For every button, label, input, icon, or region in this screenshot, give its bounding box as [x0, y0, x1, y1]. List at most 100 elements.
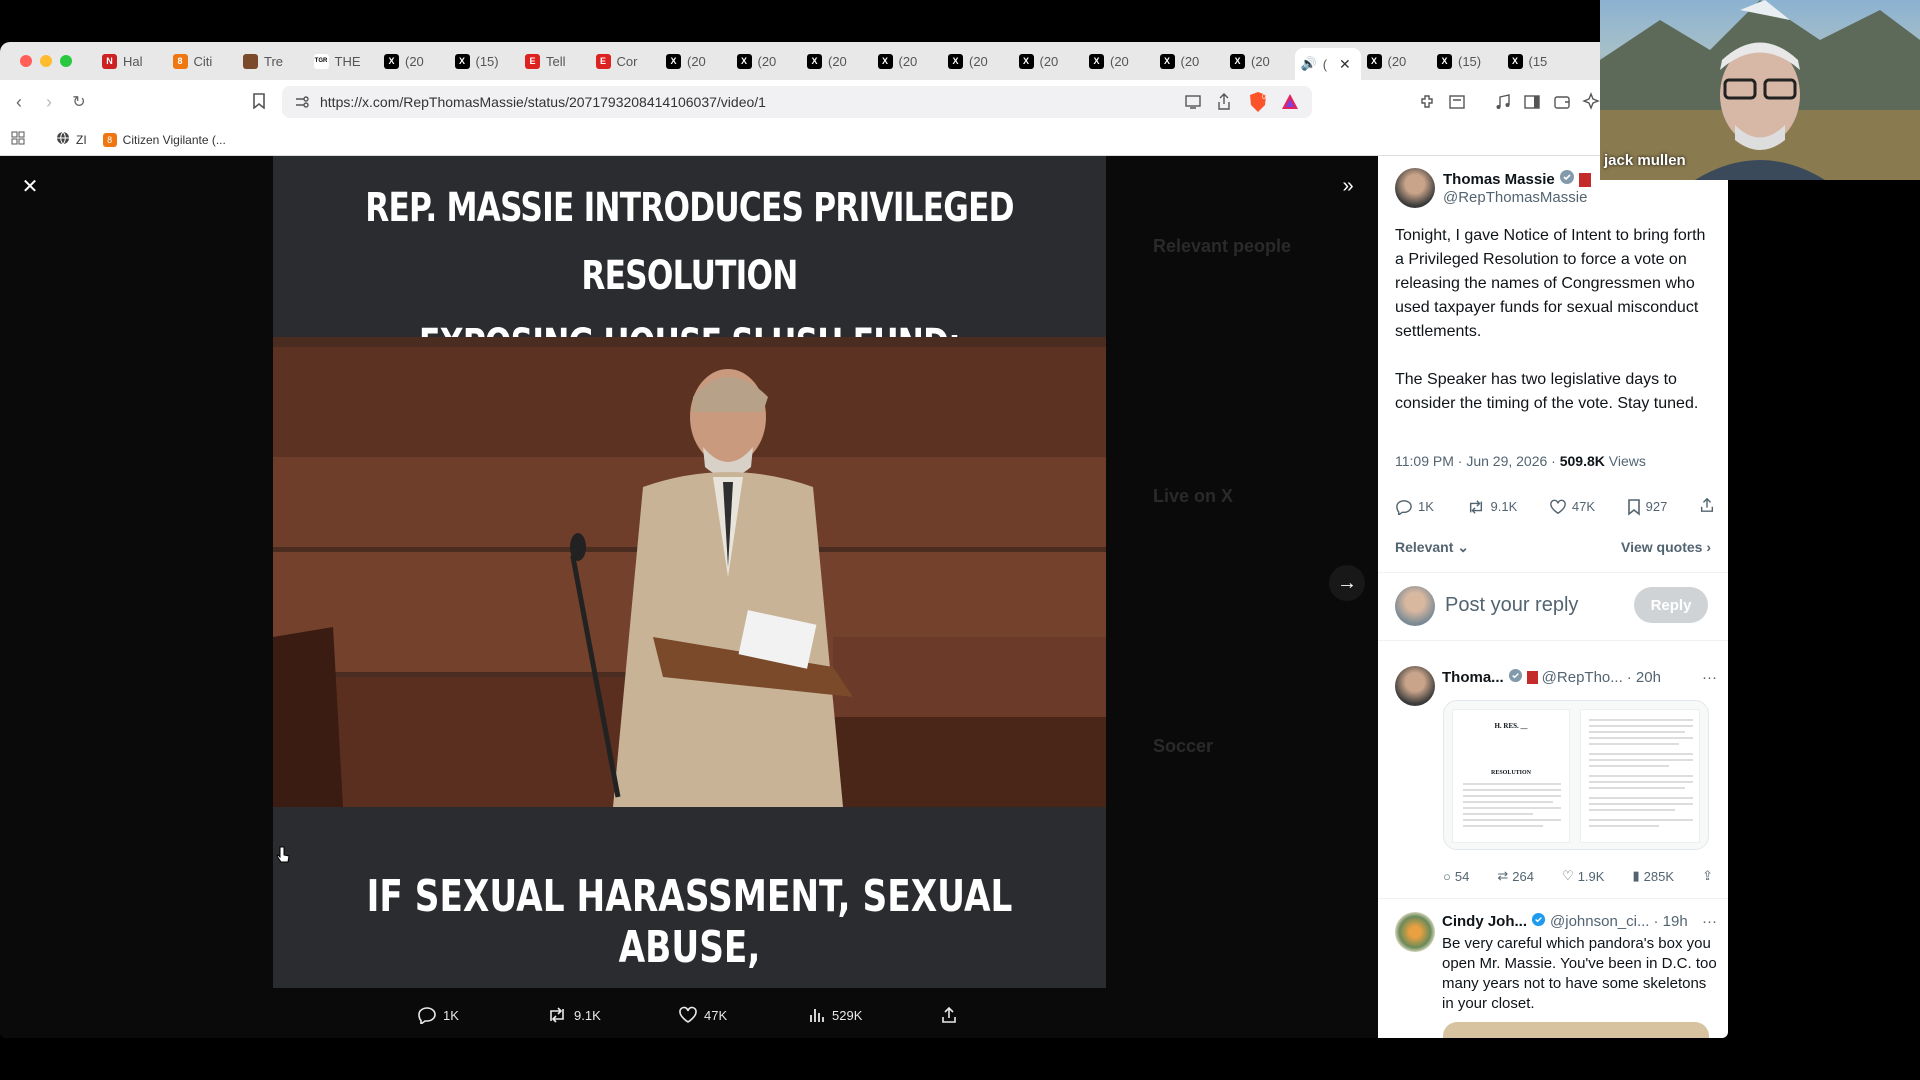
- active-browser-tab[interactable]: 🔊 (✕: [1294, 48, 1361, 80]
- reply-author-name[interactable]: Thoma...: [1442, 669, 1504, 686]
- video-repost-button[interactable]: 9.1K: [546, 1006, 601, 1024]
- video-frame: [273, 337, 1106, 807]
- reply-sort-label: Relevant: [1395, 539, 1454, 555]
- minimize-window-button[interactable]: [40, 55, 52, 67]
- sidebar-icon[interactable]: [1523, 93, 1541, 116]
- repost-count: 264: [1512, 868, 1534, 884]
- browser-tab[interactable]: X (15): [1431, 47, 1502, 75]
- reply-author-handle[interactable]: @RepTho...: [1542, 669, 1623, 686]
- browser-tab[interactable]: E Cor: [590, 47, 661, 75]
- post-like-button[interactable]: 47K: [1549, 499, 1595, 515]
- brave-rewards-icon[interactable]: [1280, 92, 1300, 115]
- video-player[interactable]: REP. MASSIE INTRODUCES PRIVILEGED RESOLU…: [273, 156, 1106, 988]
- browser-tab[interactable]: Tre: [237, 47, 308, 75]
- browser-tab[interactable]: X (20: [731, 47, 802, 75]
- back-icon[interactable]: ‹: [4, 92, 34, 113]
- reply-author-name[interactable]: Cindy Joh...: [1442, 913, 1527, 930]
- reply-input[interactable]: Post your reply: [1445, 594, 1578, 617]
- tab-label: Tell: [546, 53, 566, 69]
- bookmark-zi[interactable]: ZI: [56, 131, 87, 148]
- browser-tab[interactable]: X (20: [1013, 47, 1084, 75]
- svg-text:0: 0: [1262, 94, 1266, 101]
- reply-button[interactable]: Reply: [1634, 587, 1708, 623]
- globe-icon: [56, 131, 70, 148]
- reading-list-icon[interactable]: [1448, 93, 1466, 116]
- more-options-icon[interactable]: ···: [1702, 669, 1717, 686]
- user-avatar[interactable]: [1395, 586, 1435, 626]
- browser-tab[interactable]: X (20: [1361, 47, 1432, 75]
- video-views-button[interactable]: 529K: [808, 1006, 862, 1024]
- reply-reply-button[interactable]: ○ 54: [1443, 868, 1469, 884]
- browser-tab[interactable]: X (20: [1083, 47, 1154, 75]
- browser-tab[interactable]: X (20: [1154, 47, 1225, 75]
- browser-tab[interactable]: X (20: [872, 47, 943, 75]
- views-icon: [810, 1009, 824, 1022]
- zoom-window-button[interactable]: [60, 55, 72, 67]
- post-reply-button[interactable]: 1K: [1395, 499, 1434, 515]
- extensions-icon[interactable]: [1418, 93, 1436, 116]
- video-like-button[interactable]: 47K: [678, 1006, 727, 1024]
- brave-shield-icon[interactable]: 0: [1248, 91, 1268, 116]
- tab-label: (20: [828, 53, 847, 69]
- chevron-down-icon: ⌄: [1453, 539, 1469, 555]
- forward-icon[interactable]: ›: [34, 92, 64, 113]
- browser-tab[interactable]: X (20: [660, 47, 731, 75]
- view-quotes-link[interactable]: View quotes ›: [1621, 539, 1711, 555]
- tab-label: (20: [1387, 53, 1407, 69]
- reply-share-button[interactable]: ⇪: [1702, 868, 1713, 884]
- share-icon[interactable]: [1216, 93, 1232, 114]
- reply-views-button[interactable]: ▮ 285K: [1632, 868, 1674, 884]
- apps-grid-icon[interactable]: [10, 130, 26, 149]
- browser-tab[interactable]: 8 Citi: [167, 47, 238, 75]
- reply-like-button[interactable]: ♡ 1.9K: [1562, 868, 1604, 884]
- video-reply-button[interactable]: 1K: [417, 1006, 459, 1024]
- author-avatar[interactable]: [1395, 168, 1435, 208]
- browser-tab[interactable]: X (20: [1224, 47, 1295, 75]
- bookmark-icon[interactable]: [244, 92, 274, 112]
- close-tab-icon[interactable]: ✕: [1339, 56, 1351, 73]
- tab-favicon-icon: TGR: [313, 53, 329, 69]
- author-name[interactable]: Thomas Massie: [1443, 171, 1555, 188]
- window-controls: [0, 55, 96, 67]
- close-window-button[interactable]: [20, 55, 32, 67]
- reply-author-handle[interactable]: @johnson_ci...: [1550, 913, 1649, 930]
- post-bookmark-button[interactable]: 927: [1627, 498, 1667, 516]
- share-icon: ⇪: [1702, 868, 1713, 883]
- browser-tab[interactable]: N Hal: [96, 47, 167, 75]
- author-handle[interactable]: @RepThomasMassie: [1443, 189, 1587, 206]
- browser-tab[interactable]: E Tell: [519, 47, 590, 75]
- browser-tab[interactable]: X (20: [801, 47, 872, 75]
- site-settings-icon[interactable]: [294, 94, 310, 113]
- reply-attached-image[interactable]: [1443, 1022, 1709, 1038]
- browser-tab[interactable]: X (20: [378, 47, 449, 75]
- cast-icon[interactable]: [1184, 94, 1202, 113]
- reload-icon[interactable]: ↻: [64, 92, 94, 112]
- more-options-icon[interactable]: ···: [1702, 913, 1717, 930]
- browser-tab[interactable]: TGR THE: [308, 47, 379, 75]
- expand-sidebar-button[interactable]: »: [1330, 168, 1366, 204]
- leo-ai-icon[interactable]: [1582, 92, 1600, 115]
- next-media-button[interactable]: →: [1329, 565, 1365, 601]
- post-timestamp[interactable]: 11:09 PM · Jun 29, 2026 ·: [1395, 453, 1560, 469]
- address-bar[interactable]: https://x.com/RepThomasMassie/status/207…: [282, 86, 1312, 118]
- reply-sort-dropdown[interactable]: Relevant ⌄: [1395, 539, 1469, 556]
- reply-attached-document[interactable]: H. RES. __ RESOLUTION: [1443, 700, 1709, 850]
- reply-author-avatar[interactable]: [1395, 912, 1435, 952]
- reply-author-avatar[interactable]: [1395, 666, 1435, 706]
- browser-tab[interactable]: X (15: [1502, 47, 1573, 75]
- music-icon[interactable]: [1494, 93, 1512, 116]
- wallet-icon[interactable]: [1553, 93, 1571, 116]
- video-share-button[interactable]: [940, 1006, 958, 1024]
- reply-repost-button[interactable]: ⇄ 264: [1497, 868, 1534, 884]
- post-repost-button[interactable]: 9.1K: [1466, 499, 1517, 515]
- tab-favicon-icon: X: [1230, 53, 1245, 69]
- browser-tab[interactable]: X (20: [942, 47, 1013, 75]
- tab-label: (20: [969, 53, 988, 69]
- bookmark-citizen-vigilante[interactable]: 8 Citizen Vigilante (...: [102, 132, 226, 147]
- close-media-button[interactable]: ✕: [12, 168, 48, 204]
- government-affiliation-badge-icon: [1526, 671, 1538, 684]
- author-name-row: Thomas Massie: [1443, 169, 1591, 190]
- browser-tab[interactable]: X (15): [449, 47, 520, 75]
- post-share-button[interactable]: [1699, 496, 1715, 517]
- post-detail-panel: Thomas Massie @RepThomasMassie Tonight, …: [1378, 156, 1728, 1038]
